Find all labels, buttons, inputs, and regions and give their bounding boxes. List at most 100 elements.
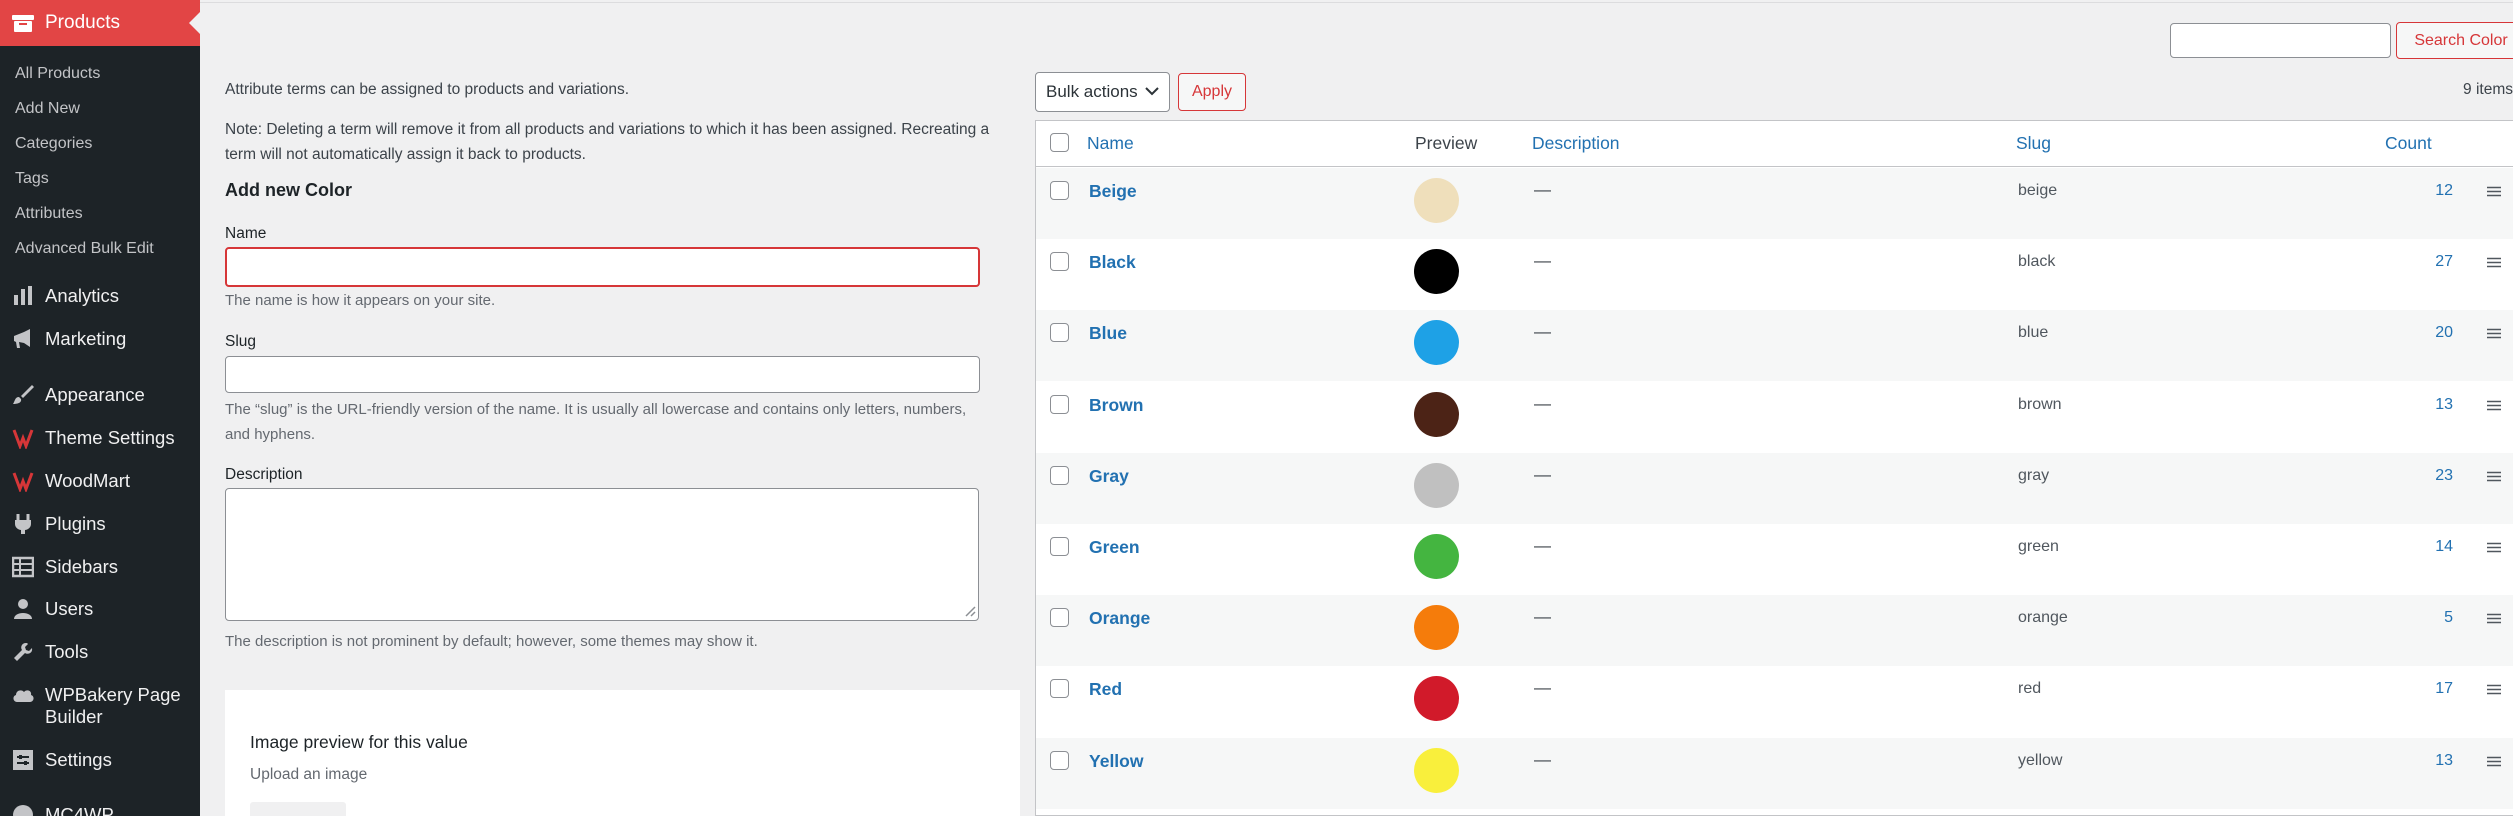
color-swatch: [1414, 534, 1459, 579]
woodmart-logo-icon: [12, 429, 34, 449]
sidebar-item-plugins[interactable]: Plugins: [0, 513, 200, 535]
description-textarea[interactable]: [225, 488, 979, 621]
term-name-link[interactable]: Gray: [1089, 466, 1129, 487]
sidebar-item-analytics[interactable]: Analytics: [0, 285, 200, 307]
row-checkbox[interactable]: [1050, 394, 1069, 414]
term-name-link[interactable]: Beige: [1089, 181, 1137, 202]
sidebar-item-mc4wp[interactable]: MC4WP: [0, 804, 200, 816]
sidebar-item-label: Tools: [45, 641, 89, 662]
drag-handle-icon[interactable]: [2487, 684, 2501, 695]
submenu-advanced-bulk-edit[interactable]: Advanced Bulk Edit: [0, 231, 200, 266]
wrench-icon: [14, 643, 33, 661]
row-checkbox[interactable]: [1050, 750, 1069, 770]
table-row: Green — green 14: [1036, 524, 2513, 595]
column-slug[interactable]: Slug: [2016, 133, 2051, 154]
table-row: Yellow — yellow 13: [1036, 737, 2513, 809]
sidebar-item-sidebars[interactable]: Sidebars: [0, 556, 200, 578]
paintbrush-icon: [13, 385, 34, 404]
sidebar-item-appearance[interactable]: Appearance: [0, 384, 200, 406]
cloud-icon: [13, 690, 34, 702]
sidebar-item-theme-settings[interactable]: Theme Settings: [0, 427, 200, 449]
sidebar-item-products[interactable]: Products: [0, 0, 200, 46]
term-name-link[interactable]: Yellow: [1089, 751, 1143, 772]
drag-handle-icon[interactable]: [2487, 471, 2501, 482]
drag-handle-icon[interactable]: [2487, 542, 2501, 553]
term-count-link[interactable]: 20: [2435, 324, 2453, 342]
term-name-link[interactable]: Red: [1089, 679, 1122, 700]
drag-handle-icon[interactable]: [2487, 400, 2501, 411]
term-count-link[interactable]: 17: [2435, 680, 2453, 698]
select-all-checkbox[interactable]: [1050, 133, 1069, 152]
term-count-link[interactable]: 13: [2435, 752, 2453, 770]
term-description: —: [1534, 393, 1551, 413]
submenu-all-products[interactable]: All Products: [0, 56, 200, 91]
row-checkbox[interactable]: [1050, 465, 1069, 485]
image-preview-panel: Image preview for this value Upload an i…: [225, 690, 1020, 816]
sidebar-item-label: Appearance: [45, 384, 145, 405]
term-name-link[interactable]: Orange: [1089, 608, 1150, 629]
term-count-link[interactable]: 5: [2444, 609, 2453, 627]
term-name-link[interactable]: Black: [1089, 252, 1136, 273]
terms-table: Name Preview Description Slug Count Beig…: [1035, 120, 2513, 816]
term-count-link[interactable]: 23: [2435, 467, 2453, 485]
submenu-attributes[interactable]: Attributes: [0, 196, 200, 231]
sidebar-item-label: WoodMart: [45, 470, 130, 491]
color-swatch: [1414, 462, 1459, 508]
term-count-link[interactable]: 12: [2435, 182, 2453, 200]
drag-handle-icon[interactable]: [2487, 613, 2501, 624]
sidebar-item-tools[interactable]: Tools: [0, 641, 200, 663]
slug-input[interactable]: [225, 356, 980, 393]
term-name-link[interactable]: Green: [1089, 537, 1140, 558]
apply-button[interactable]: Apply: [1178, 73, 1246, 111]
column-name[interactable]: Name: [1087, 133, 1134, 154]
sidebar-item-users[interactable]: Users: [0, 598, 200, 620]
drag-handle-icon[interactable]: [2487, 328, 2501, 339]
term-name-link[interactable]: Blue: [1089, 323, 1127, 344]
column-count[interactable]: Count: [2385, 133, 2432, 154]
term-slug: beige: [2018, 182, 2058, 199]
submenu-tags[interactable]: Tags: [0, 161, 200, 196]
sidebar-item-label: Settings: [45, 749, 112, 770]
term-count-link[interactable]: 13: [2435, 396, 2453, 414]
sidebar-item-label: Products: [45, 12, 120, 33]
drag-handle-icon[interactable]: [2487, 257, 2501, 268]
sidebar-item-marketing[interactable]: Marketing: [0, 328, 200, 350]
search-color-button[interactable]: Search Color: [2396, 22, 2513, 59]
submenu-categories[interactable]: Categories: [0, 126, 200, 161]
megaphone-icon: [14, 329, 30, 348]
slug-label: Slug: [225, 333, 257, 350]
term-slug: blue: [2018, 324, 2049, 342]
table-row: Beige — beige 12: [1036, 168, 2513, 239]
row-checkbox[interactable]: [1050, 537, 1069, 556]
row-checkbox[interactable]: [1050, 181, 1069, 200]
upload-image-button[interactable]: [250, 802, 346, 816]
drag-handle-icon[interactable]: [2487, 186, 2501, 197]
term-count-link[interactable]: 27: [2435, 253, 2453, 271]
search-input[interactable]: [2170, 23, 2391, 58]
bulk-actions-select[interactable]: Bulk actions: [1035, 72, 1170, 112]
submenu-add-new[interactable]: Add New: [0, 91, 200, 126]
bulk-actions-value: Bulk actions: [1046, 82, 1138, 101]
bar-chart-icon: [14, 286, 32, 305]
column-description[interactable]: Description: [1532, 133, 1620, 154]
row-checkbox[interactable]: [1050, 679, 1069, 699]
drag-handle-icon[interactable]: [2487, 756, 2501, 767]
name-input[interactable]: [225, 247, 980, 287]
color-swatch: [1414, 320, 1459, 366]
sidebar-item-wpbakery[interactable]: WPBakery Page Builder: [0, 684, 200, 728]
sidebar-item-label: Users: [45, 598, 94, 619]
sidebar-item-label: Plugins: [45, 513, 106, 534]
resize-handle-icon[interactable]: [964, 605, 976, 617]
term-count-link[interactable]: 14: [2435, 538, 2453, 556]
sidebar-item-settings[interactable]: Settings: [0, 749, 200, 771]
archive-icon: [12, 15, 34, 32]
color-swatch: [1414, 605, 1459, 651]
row-checkbox[interactable]: [1050, 323, 1069, 343]
term-name-link[interactable]: Brown: [1089, 395, 1143, 416]
sidebar-item-label: MC4WP: [45, 804, 114, 816]
row-checkbox[interactable]: [1050, 608, 1069, 628]
table-row: Gray — gray 23: [1036, 452, 2513, 524]
row-checkbox[interactable]: [1050, 252, 1069, 272]
term-description: —: [1534, 180, 1551, 199]
sidebar-item-woodmart[interactable]: WoodMart: [0, 470, 200, 492]
